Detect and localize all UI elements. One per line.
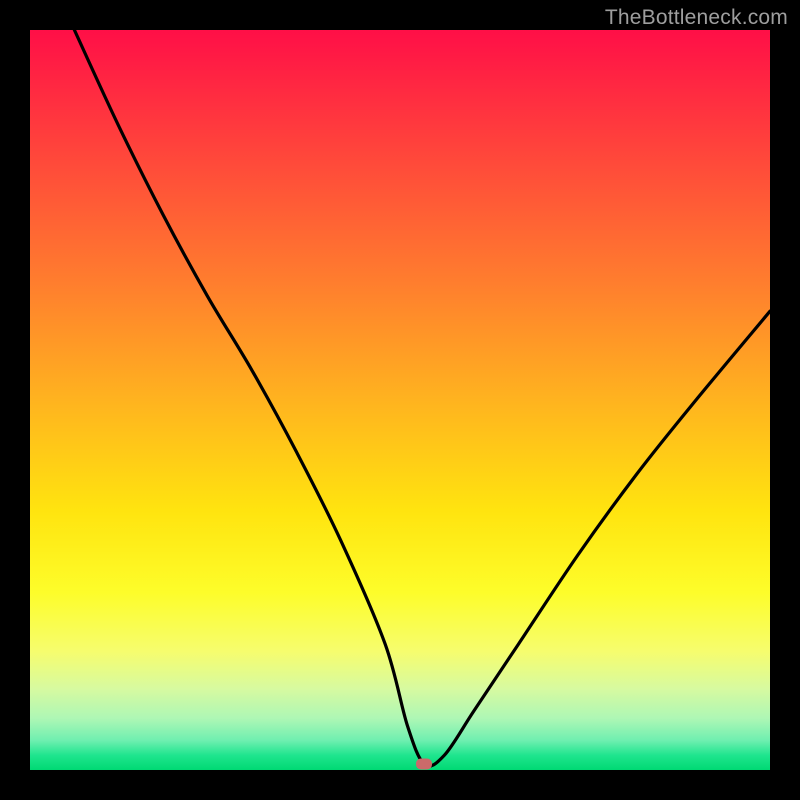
plot-area [30,30,770,770]
bottleneck-curve [74,30,770,766]
curve-svg [30,30,770,770]
optimal-point-marker [416,759,432,770]
watermark-text: TheBottleneck.com [605,6,788,30]
chart-frame: TheBottleneck.com [0,0,800,800]
